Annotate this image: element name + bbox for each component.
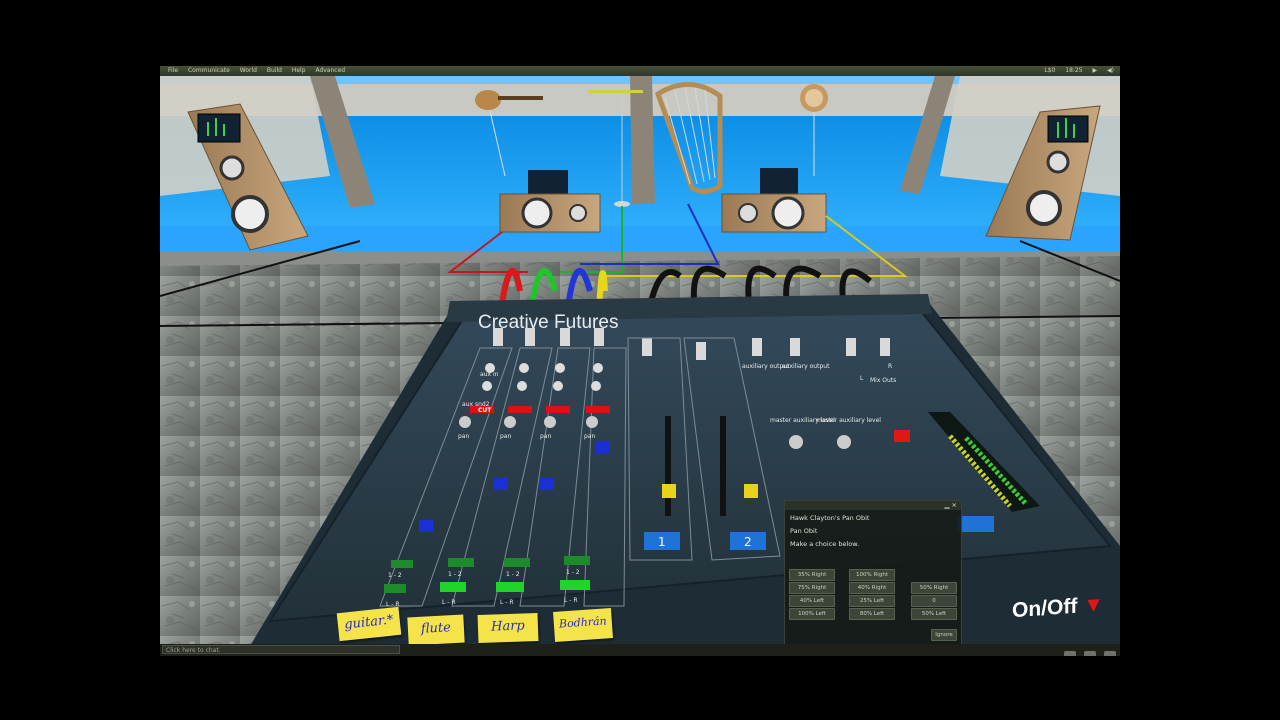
- label-route-12: 1 - 2: [506, 571, 520, 578]
- dialog-ignore-button[interactable]: Ignore: [931, 629, 957, 641]
- label-pan: pan: [458, 433, 469, 440]
- dialog-close-icon[interactable]: ×: [952, 501, 957, 509]
- speak-icon[interactable]: [1083, 651, 1096, 656]
- dialog-option-button[interactable]: 40% Right: [849, 582, 895, 594]
- gesture-icon[interactable]: [1063, 651, 1076, 656]
- label-route-lr: L - R: [442, 599, 456, 606]
- sticky-flute[interactable]: flute: [407, 614, 465, 646]
- label-route-12: 1 - 2: [388, 572, 402, 579]
- mix-lr-button[interactable]: [958, 516, 994, 532]
- chat-history-icon[interactable]: [1104, 651, 1116, 656]
- menu-bar: File Communicate World Build Help Advanc…: [160, 66, 1120, 76]
- dialog-option-button[interactable]: 100% Right: [849, 569, 895, 581]
- sticky-bodhran[interactable]: Bodhrán: [553, 608, 613, 642]
- balance: L$0: [1044, 67, 1056, 74]
- clock: 18:25: [1065, 67, 1083, 74]
- route-lr-button[interactable]: [560, 580, 590, 590]
- group-fader-knob[interactable]: [662, 484, 676, 498]
- cut-button[interactable]: [508, 406, 532, 413]
- 3d-scene[interactable]: Creative Futures aux in aux snd2 CUT pan…: [160, 76, 1120, 650]
- label-aux-in: aux in: [480, 371, 499, 378]
- group-label-1: 1: [658, 535, 666, 549]
- cut-button[interactable]: [586, 406, 610, 413]
- label-pan: pan: [540, 433, 551, 440]
- menu-world[interactable]: World: [240, 67, 257, 74]
- label-route-12: 1 - 2: [566, 569, 580, 576]
- group-label-2: 2: [744, 535, 752, 549]
- sticky-harp[interactable]: Harp: [477, 612, 539, 644]
- pan-dialog[interactable]: ▁ × Hawk Clayton's Pan Obit Pan Obit Mak…: [784, 500, 962, 650]
- dialog-option-button[interactable]: 35% Right: [789, 569, 835, 581]
- label-cut: CUT: [478, 407, 492, 414]
- onoff-arrow-icon: ▼: [1083, 592, 1104, 618]
- label-master-aux: master auxiliary level: [816, 417, 881, 424]
- chat-input[interactable]: Click here to chat.: [162, 645, 400, 654]
- menu-build[interactable]: Build: [267, 67, 282, 74]
- dialog-option-button[interactable]: 50% Right: [911, 582, 957, 594]
- route-12-button[interactable]: [564, 556, 590, 565]
- cut-button[interactable]: [546, 406, 570, 413]
- dialog-option-button[interactable]: 40% Left: [789, 595, 835, 607]
- channel-fader[interactable]: [596, 441, 610, 453]
- dialog-option-button[interactable]: 100% Left: [789, 608, 835, 620]
- route-12-button[interactable]: [391, 560, 413, 568]
- dialog-minimize-icon[interactable]: ▁: [944, 501, 949, 509]
- route-12-button[interactable]: [504, 558, 530, 567]
- route-lr-button[interactable]: [496, 582, 524, 592]
- label-pan: pan: [584, 433, 595, 440]
- menu-communicate[interactable]: Communicate: [188, 67, 230, 74]
- label-aux-output: auxiliary output: [782, 363, 830, 370]
- route-12-button[interactable]: [448, 558, 474, 567]
- dialog-option-button[interactable]: 75% Right: [789, 582, 835, 594]
- play-icon[interactable]: ▶: [1092, 67, 1097, 74]
- chat-bar: Click here to chat.: [160, 644, 1120, 656]
- scene-svg: Creative Futures aux in aux snd2 CUT pan…: [160, 76, 1120, 646]
- onoff-label: On/Off: [1012, 594, 1078, 623]
- group-fader-knob[interactable]: [744, 484, 758, 498]
- volume-icon[interactable]: ◀): [1107, 67, 1114, 74]
- label-mix-r: R: [888, 363, 892, 370]
- label-route-lr: L - R: [500, 599, 514, 606]
- route-lr-button[interactable]: [384, 584, 406, 593]
- dialog-header: ▁ ×: [785, 501, 961, 510]
- game-viewport[interactable]: File Communicate World Build Help Advanc…: [160, 66, 1120, 656]
- route-lr-button[interactable]: [440, 582, 466, 592]
- dialog-prompt: Make a choice below.: [790, 540, 860, 548]
- menu-file[interactable]: File: [168, 67, 178, 74]
- label-mix-outs: Mix Outs: [870, 377, 896, 384]
- channel-fader[interactable]: [540, 478, 554, 490]
- master-fader-knob[interactable]: [894, 430, 910, 442]
- menu-advanced[interactable]: Advanced: [315, 67, 345, 74]
- label-route-12: 1 - 2: [448, 571, 462, 578]
- dialog-subtitle: Pan Obit: [790, 527, 818, 535]
- dialog-option-button[interactable]: 25% Left: [849, 595, 895, 607]
- dialog-option-button[interactable]: 0: [911, 595, 957, 607]
- master-aux-knob[interactable]: [789, 435, 803, 449]
- master-aux-knob[interactable]: [837, 435, 851, 449]
- label-pan: pan: [500, 433, 511, 440]
- label-route-lr: L - R: [564, 597, 578, 604]
- channel-fader[interactable]: [419, 520, 433, 532]
- wooden-post: [630, 76, 655, 204]
- dialog-option-button[interactable]: 50% Left: [911, 608, 957, 620]
- channel-fader[interactable]: [494, 478, 508, 490]
- dialog-option-button[interactable]: 80% Left: [849, 608, 895, 620]
- menu-help[interactable]: Help: [292, 67, 306, 74]
- dialog-title: Hawk Clayton's Pan Obit: [790, 514, 870, 522]
